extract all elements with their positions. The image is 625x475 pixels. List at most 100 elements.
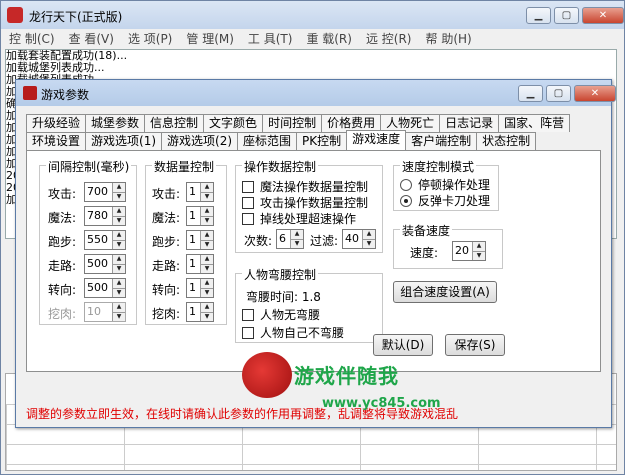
count-spinner[interactable]: 6 ▲ ▼ — [276, 229, 304, 249]
tab-row-2: 环境设置 游戏选项(1) 游戏选项(2) 座标范围 PK控制 游戏速度 客户端控… — [26, 130, 601, 150]
tab-castle-params[interactable]: 城堡参数 — [85, 114, 146, 132]
spinner-value: 500 — [87, 281, 108, 294]
equip-speed-group-title: 装备速度 — [400, 222, 453, 239]
tab-upgrade-exp[interactable]: 升级经验 — [26, 114, 87, 132]
attack-op-checkbox[interactable]: 攻击操作数据量控制 — [242, 194, 368, 211]
quantity-run-spinner[interactable]: 1 ▲ ▼ — [186, 230, 214, 250]
quantity-turn-spinner[interactable]: 1 ▲ ▼ — [186, 278, 214, 298]
menu-view[interactable]: 查 看(V) — [69, 30, 114, 47]
menu-help[interactable]: 帮 助(H) — [426, 30, 472, 47]
self-no-stoop-checkbox[interactable]: 人物自己不弯腰 — [242, 324, 344, 341]
checkbox-label: 掉线处理超速操作 — [260, 212, 357, 226]
dialog-maximize-button[interactable]: ▢ — [546, 85, 571, 102]
radio-circle — [400, 194, 412, 207]
interval-run-spinner[interactable]: 550 ▲ ▼ — [84, 230, 126, 250]
tab-pk-control[interactable]: PK控制 — [296, 132, 348, 150]
quantity-dig-spinner[interactable]: 1 ▲ ▼ — [186, 302, 214, 322]
interval-label-turn: 转向: — [48, 283, 77, 297]
operation-data-group: 操作数据控制 魔法操作数据量控制 攻击操作数据量控制 掉线处理超速操作 次数: … — [235, 158, 383, 253]
interval-magic-spinner[interactable]: 780 ▲ ▼ — [84, 206, 126, 226]
spinner-value: 550 — [87, 233, 108, 246]
interval-attack-spinner[interactable]: 700 ▲ ▼ — [84, 182, 126, 202]
pause-op-radio[interactable]: 停顿操作处理 — [400, 176, 490, 193]
spinner-value: 700 — [87, 185, 108, 198]
dialog-close-button[interactable]: ✕ — [574, 85, 616, 102]
radio-label: 停顿操作处理 — [418, 178, 491, 192]
default-button[interactable]: 默认(D) — [373, 334, 433, 356]
checkbox-box — [242, 180, 254, 193]
spinner-value: 500 — [87, 257, 108, 270]
maximize-button[interactable]: ▢ — [554, 7, 579, 24]
minimize-button[interactable]: ▁ — [526, 7, 551, 24]
spinner-value: 40 — [345, 232, 359, 245]
spinner-value: 1 — [189, 305, 196, 318]
menu-bar: 控 制(C) 查 看(V) 选 项(P) 管 理(M) 工 具(T) 重 载(R… — [1, 29, 624, 48]
tab-text-color[interactable]: 文字颜色 — [203, 114, 264, 132]
menu-tools[interactable]: 工 具(T) — [248, 30, 293, 47]
equip-speed-spinner[interactable]: 20 ▲ ▼ — [452, 241, 486, 261]
menu-manage[interactable]: 管 理(M) — [186, 30, 234, 47]
main-window-title: 龙行天下(正式版) — [29, 10, 123, 24]
disconnect-op-checkbox[interactable]: 掉线处理超速操作 — [242, 210, 356, 227]
quantity-walk-spinner[interactable]: 1 ▲ ▼ — [186, 254, 214, 274]
filter-spinner[interactable]: 40 ▲ ▼ — [342, 229, 376, 249]
checkbox-label: 人物无弯腰 — [260, 308, 321, 322]
quantity-label-dig: 挖肉: — [152, 307, 181, 321]
checkbox-label: 攻击操作数据量控制 — [260, 196, 369, 210]
combo-speed-button[interactable]: 组合速度设置(A) — [393, 281, 497, 303]
spinner-value: 1 — [189, 185, 196, 198]
magic-op-checkbox[interactable]: 魔法操作数据量控制 — [242, 178, 368, 195]
interval-label-attack: 攻击: — [48, 187, 77, 201]
checkbox-box — [242, 308, 254, 321]
tab-coordinates[interactable]: 座标范围 — [237, 132, 298, 150]
menu-remote[interactable]: 远 控(R) — [366, 30, 412, 47]
checkbox-box — [242, 212, 254, 225]
menu-options[interactable]: 选 项(P) — [128, 30, 172, 47]
interval-control-group: 间隔控制(毫秒) 攻击: 700 ▲ ▼ 魔法: 780 ▲ ▼ 跑步: 550 ▲ ▼ 走… — [39, 158, 137, 325]
save-button[interactable]: 保存(S) — [445, 334, 505, 356]
quantity-label-run: 跑步: — [152, 235, 181, 249]
menu-control[interactable]: 控 制(C) — [9, 30, 55, 47]
tab-log-record[interactable]: 日志记录 — [439, 114, 500, 132]
filter-label: 过滤: — [310, 234, 339, 248]
spinner-value: 1 — [189, 281, 196, 294]
checkbox-label: 人物自己不弯腰 — [260, 326, 345, 340]
speed-mode-group-title: 速度控制模式 — [400, 158, 477, 175]
tab-environment[interactable]: 环境设置 — [26, 132, 87, 150]
menu-reload[interactable]: 重 载(R) — [306, 30, 352, 47]
count-label: 次数: — [244, 234, 273, 248]
tab-game-options-2[interactable]: 游戏选项(2) — [161, 132, 239, 150]
equip-speed-group: 装备速度 速度: 20 ▲ ▼ — [393, 222, 503, 269]
spinner-value: 6 — [279, 232, 286, 245]
interval-turn-spinner[interactable]: 500 ▲ ▼ — [84, 278, 126, 298]
tab-nation-camp[interactable]: 国家、阵营 — [498, 114, 571, 132]
dialog-title: 游戏参数 — [41, 88, 90, 102]
interval-label-walk: 走路: — [48, 259, 77, 273]
checkbox-box — [242, 326, 254, 339]
quantity-attack-spinner[interactable]: 1 ▲ ▼ — [186, 182, 214, 202]
tab-status-control[interactable]: 状态控制 — [476, 132, 537, 150]
stoop-time-label: 弯腰时间: 1.8 — [246, 290, 321, 304]
no-stoop-checkbox[interactable]: 人物无弯腰 — [242, 306, 320, 323]
spinner-value: 1 — [189, 209, 196, 222]
tab-game-options-1[interactable]: 游戏选项(1) — [85, 132, 163, 150]
quantity-control-group: 数据量控制 攻击: 1 ▲ ▼ 魔法: 1 ▲ ▼ 跑步: 1 ▲ ▼ 走路: 1 ▲ ▼ 转向… — [145, 158, 227, 325]
tab-panel-game-speed: 间隔控制(毫秒) 攻击: 700 ▲ ▼ 魔法: 780 ▲ ▼ 跑步: 550 ▲ ▼ 走… — [26, 150, 601, 372]
tab-time-control[interactable]: 时间控制 — [262, 114, 323, 132]
equip-speed-label: 速度: — [410, 246, 439, 260]
dialog-minimize-button[interactable]: ▁ — [518, 85, 543, 102]
interval-dig-spinner[interactable]: 10 ▲ ▼ — [84, 302, 126, 322]
interval-walk-spinner[interactable]: 500 ▲ ▼ — [84, 254, 126, 274]
quantity-label-magic: 魔法: — [152, 211, 181, 225]
rebound-radio[interactable]: 反弹卡刀处理 — [400, 192, 490, 209]
interval-group-title: 间隔控制(毫秒) — [46, 158, 132, 175]
radio-label: 反弹卡刀处理 — [418, 194, 491, 208]
tab-game-speed[interactable]: 游戏速度 — [346, 130, 407, 150]
close-button[interactable]: ✕ — [582, 7, 624, 24]
radio-circle — [400, 178, 412, 191]
tab-info-control[interactable]: 信息控制 — [144, 114, 205, 132]
quantity-magic-spinner[interactable]: 1 ▲ ▼ — [186, 206, 214, 226]
spinner-value: 1 — [189, 257, 196, 270]
tab-client-control[interactable]: 客户端控制 — [405, 132, 478, 150]
spinner-value: 20 — [455, 244, 469, 257]
